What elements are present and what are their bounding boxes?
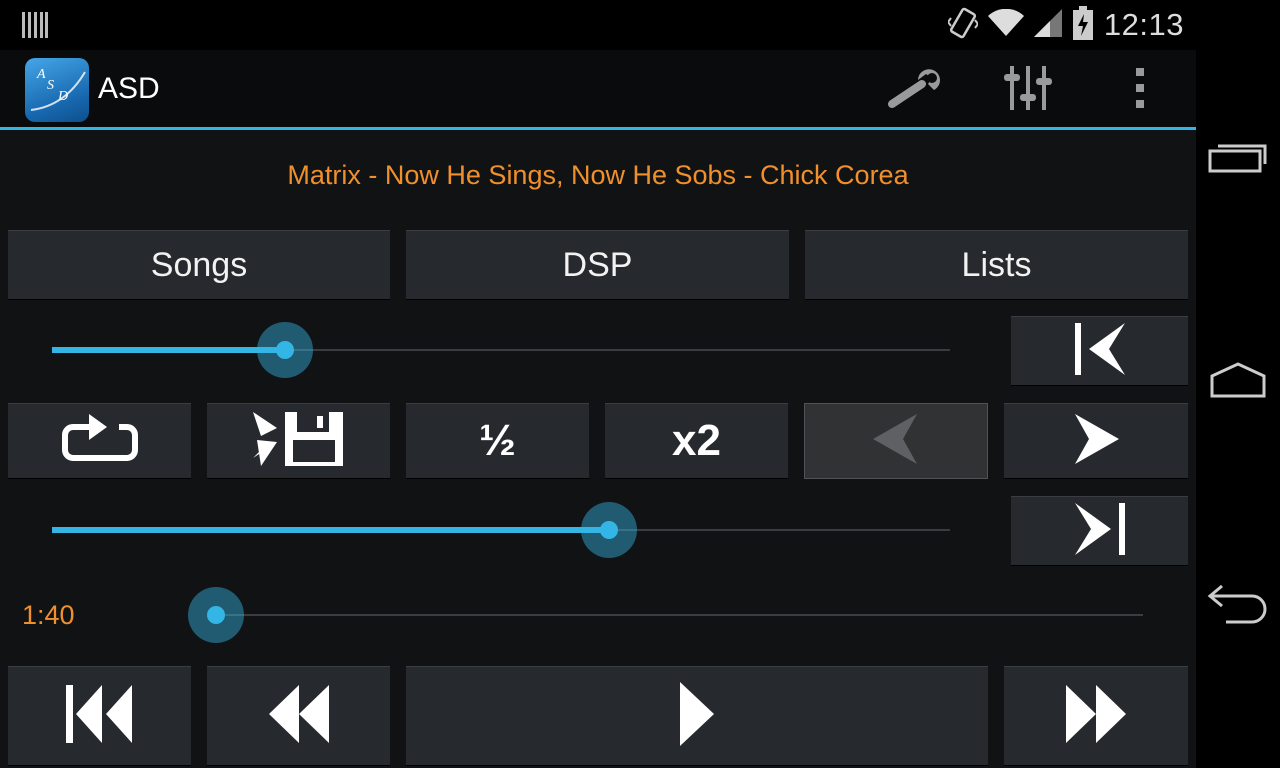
wrench-icon <box>888 66 944 114</box>
half-speed-label: ½ <box>479 416 516 465</box>
clock: 12:13 <box>1103 7 1184 42</box>
save-marks-icon <box>252 410 345 472</box>
system-navigation-bar <box>1196 0 1280 768</box>
save-marks-button[interactable] <box>207 403 390 479</box>
arrow-right-icon <box>1073 414 1119 468</box>
logo-letter-d: D <box>57 89 68 104</box>
notification-bars-icon <box>22 12 48 42</box>
tab-lists[interactable]: Lists <box>805 230 1188 300</box>
previous-mark-button[interactable] <box>804 403 988 479</box>
logo-letter-a: A <box>36 67 46 82</box>
loop-button[interactable] <box>8 403 191 479</box>
battery-charging-icon <box>1072 6 1094 44</box>
wifi-icon <box>987 8 1024 41</box>
home-button[interactable] <box>1196 332 1280 432</box>
overflow-menu-button[interactable] <box>1110 60 1170 120</box>
slider-thumb[interactable] <box>600 521 618 539</box>
first-track-button[interactable] <box>8 666 191 766</box>
back-icon <box>1206 584 1270 628</box>
skip-to-end-icon <box>1074 503 1125 559</box>
status-bar: 12:13 <box>0 0 1196 50</box>
equalizer-icon <box>1002 62 1054 118</box>
skip-to-end-button[interactable] <box>1011 496 1188 566</box>
double-speed-button[interactable]: x2 <box>605 403 788 479</box>
equalizer-button[interactable] <box>998 60 1058 120</box>
signal-icon <box>1033 9 1062 41</box>
player-panel: Matrix - Now He Sings, Now He Sobs - Chi… <box>0 130 1196 768</box>
action-bar: A S D ASD <box>0 50 1196 130</box>
app-logo[interactable]: A S D <box>25 58 89 122</box>
fast-forward-icon <box>1064 685 1128 747</box>
rewind-icon <box>267 685 331 747</box>
tab-songs[interactable]: Songs <box>8 230 390 300</box>
next-mark-button[interactable] <box>1004 403 1188 479</box>
half-speed-button[interactable]: ½ <box>406 403 589 479</box>
logo-letter-s: S <box>47 78 54 93</box>
play-button[interactable] <box>406 666 988 766</box>
arrow-left-icon <box>873 414 919 468</box>
slider-thumb[interactable] <box>276 341 294 359</box>
double-speed-label: x2 <box>672 416 721 465</box>
recent-apps-icon <box>1208 141 1268 179</box>
home-icon <box>1208 362 1268 402</box>
slider-fill <box>52 527 609 533</box>
loop-icon <box>61 414 139 468</box>
slider-fill <box>52 347 285 353</box>
overflow-menu-icon <box>1134 66 1146 114</box>
slider-thumb[interactable] <box>207 606 225 624</box>
seek-slider[interactable] <box>188 585 1143 645</box>
skip-to-start-icon <box>1074 323 1125 379</box>
fast-forward-button[interactable] <box>1004 666 1188 766</box>
first-track-icon <box>65 685 134 747</box>
vibrate-icon <box>946 6 980 44</box>
slider-track <box>216 614 1143 616</box>
slider-1[interactable] <box>52 320 950 380</box>
back-button[interactable] <box>1196 556 1280 656</box>
app-title: ASD <box>98 72 160 105</box>
settings-button[interactable] <box>886 60 946 120</box>
tab-dsp[interactable]: DSP <box>406 230 789 300</box>
skip-to-start-button[interactable] <box>1011 316 1188 386</box>
slider-2[interactable] <box>52 500 950 560</box>
recent-apps-button[interactable] <box>1196 110 1280 210</box>
rewind-button[interactable] <box>207 666 390 766</box>
elapsed-time: 1:40 <box>22 600 75 630</box>
now-playing-title: Matrix - Now He Sings, Now He Sobs - Chi… <box>287 160 909 190</box>
play-icon <box>680 682 714 750</box>
